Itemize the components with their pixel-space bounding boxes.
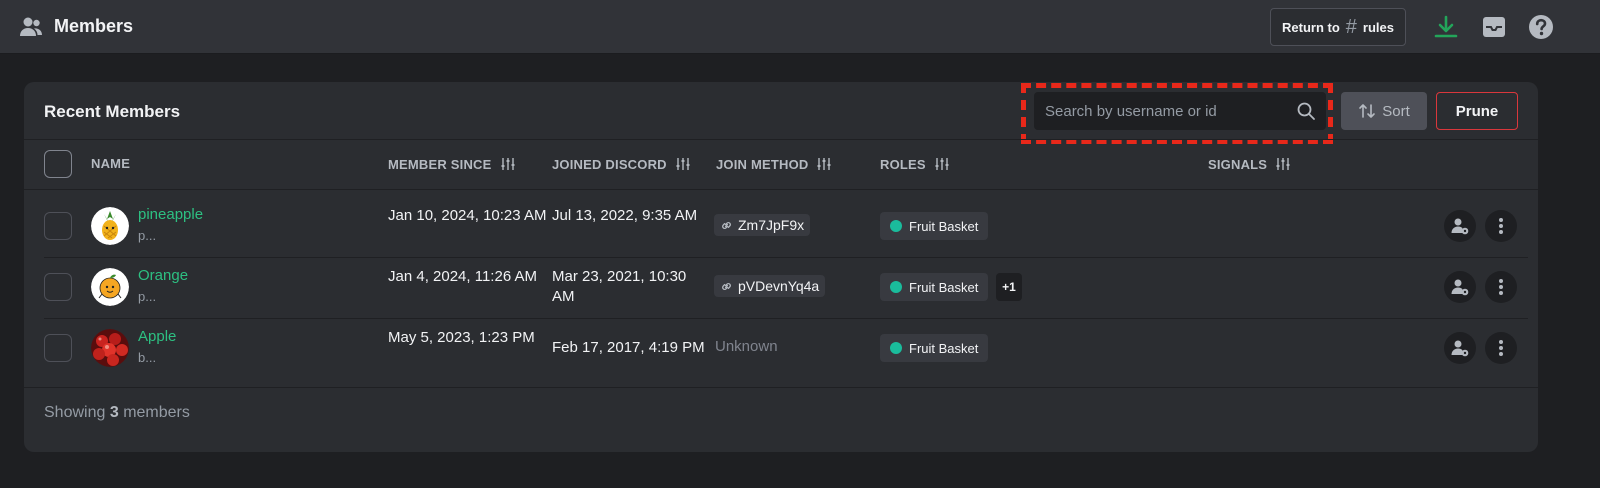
view-profile-button[interactable]	[1444, 271, 1476, 303]
column-member-since-label: MEMBER SINCE	[388, 156, 492, 172]
member-name[interactable]: Orange	[138, 267, 188, 284]
role-color-dot	[890, 281, 902, 293]
filter-icon[interactable]	[675, 156, 691, 172]
more-vertical-icon	[1499, 218, 1503, 234]
member-username: p...	[138, 228, 157, 243]
channel-name: rules	[1362, 19, 1394, 35]
top-bar: Members Return to # rules	[0, 0, 1600, 54]
member-since-value: Jan 10, 2024, 10:23 AM	[388, 207, 547, 224]
sort-button[interactable]: Sort	[1341, 92, 1427, 130]
sort-icon	[1359, 104, 1376, 118]
members-count-footer: Showing 3 members	[44, 404, 190, 422]
help-icon[interactable]	[1527, 13, 1555, 41]
row-checkbox[interactable]	[44, 212, 72, 240]
search-highlight-box	[1021, 83, 1333, 144]
filter-icon[interactable]	[934, 156, 950, 172]
card-title: Recent Members	[44, 102, 181, 121]
return-label: Return to	[1282, 19, 1340, 35]
member-name[interactable]: pineapple	[138, 206, 203, 223]
more-vertical-icon	[1499, 340, 1503, 356]
role-chip[interactable]: Fruit Basket	[880, 273, 989, 301]
invite-code-chip[interactable]: Zm7JpF9x	[714, 214, 811, 236]
invite-code-chip[interactable]: pVDevnYq4a	[714, 275, 826, 297]
role-color-dot	[890, 220, 902, 232]
role-name: Fruit Basket	[909, 218, 979, 234]
member-name[interactable]: Apple	[138, 328, 176, 345]
recent-members-card: Recent Members Sort Prune NAME MEMBER SI…	[24, 82, 1538, 452]
more-options-button[interactable]	[1485, 210, 1517, 242]
column-join-method-label: JOIN METHOD	[716, 156, 809, 172]
column-header-roles[interactable]: ROLES	[880, 156, 950, 172]
return-to-channel-button[interactable]: Return to # rules	[1270, 8, 1406, 46]
filter-icon[interactable]	[1275, 156, 1291, 172]
column-header-signals[interactable]: SIGNALS	[1208, 156, 1291, 172]
join-method-unknown: Unknown	[715, 338, 778, 355]
role-chip[interactable]: Fruit Basket	[880, 334, 989, 362]
member-username: p...	[138, 289, 157, 304]
select-all-checkbox[interactable]	[44, 150, 72, 178]
avatar[interactable]	[91, 207, 129, 245]
member-username: b...	[138, 350, 157, 365]
user-profile-icon	[1451, 340, 1469, 357]
member-row-apple[interactable]: Apple b... May 5, 2023, 1:23 PM Feb 17, …	[24, 318, 1538, 379]
divider	[24, 189, 1538, 190]
prune-button[interactable]: Prune	[1436, 92, 1518, 130]
more-options-button[interactable]	[1485, 332, 1517, 364]
column-roles-label: ROLES	[880, 156, 926, 172]
member-since-value: May 5, 2023, 1:23 PM	[388, 329, 535, 346]
column-joined-discord-label: JOINED DISCORD	[552, 156, 667, 172]
joined-discord-value: Feb 17, 2017, 4:19 PM	[552, 339, 705, 356]
column-header-name[interactable]: NAME	[91, 156, 130, 171]
filter-icon[interactable]	[816, 156, 832, 172]
row-checkbox[interactable]	[44, 334, 72, 362]
joined-discord-value: Mar 23, 2021, 10:30 AM	[552, 268, 687, 305]
divider	[24, 139, 1538, 140]
link-icon	[722, 282, 731, 290]
column-header-joined-discord[interactable]: JOINED DISCORD	[552, 156, 691, 172]
more-roles-badge[interactable]: +1	[996, 273, 1022, 301]
members-icon	[20, 17, 42, 36]
more-vertical-icon	[1499, 279, 1503, 295]
member-row-orange[interactable]: Orange p... Jan 4, 2024, 11:26 AM Mar 23…	[24, 257, 1538, 318]
view-profile-button[interactable]	[1444, 210, 1476, 242]
filter-icon[interactable]	[500, 156, 516, 172]
avatar[interactable]	[91, 268, 129, 306]
sort-label: Sort	[1382, 102, 1410, 120]
column-signals-label: SIGNALS	[1208, 156, 1268, 172]
more-options-button[interactable]	[1485, 271, 1517, 303]
footer-suffix: members	[123, 404, 190, 421]
column-header-join-method[interactable]: JOIN METHOD	[716, 156, 832, 172]
member-row-pineapple[interactable]: pineapple p... Jan 10, 2024, 10:23 AM Ju…	[24, 196, 1538, 257]
invite-code: pVDevnYq4a	[738, 278, 820, 294]
column-name-label: NAME	[91, 156, 131, 171]
role-color-dot	[890, 342, 902, 354]
footer-prefix: Showing	[44, 404, 106, 421]
avatar[interactable]	[91, 329, 129, 367]
link-icon	[722, 221, 731, 229]
member-since-value: Jan 4, 2024, 11:26 AM	[388, 268, 537, 285]
column-header-member-since[interactable]: MEMBER SINCE	[388, 156, 516, 172]
joined-discord-value: Jul 13, 2022, 9:35 AM	[552, 207, 698, 224]
page-title: Members	[54, 16, 134, 36]
user-profile-icon	[1451, 218, 1469, 235]
inbox-icon[interactable]	[1480, 13, 1508, 41]
member-count: 3	[109, 404, 119, 421]
download-icon[interactable]	[1432, 13, 1460, 41]
role-name: Fruit Basket	[909, 340, 979, 356]
view-profile-button[interactable]	[1444, 332, 1476, 364]
user-profile-icon	[1451, 279, 1469, 296]
row-checkbox[interactable]	[44, 273, 72, 301]
divider	[24, 387, 1538, 388]
invite-code: Zm7JpF9x	[738, 217, 805, 233]
role-name: Fruit Basket	[909, 279, 979, 295]
channel-hash-icon: #	[1345, 16, 1357, 38]
role-chip[interactable]: Fruit Basket	[880, 212, 989, 240]
